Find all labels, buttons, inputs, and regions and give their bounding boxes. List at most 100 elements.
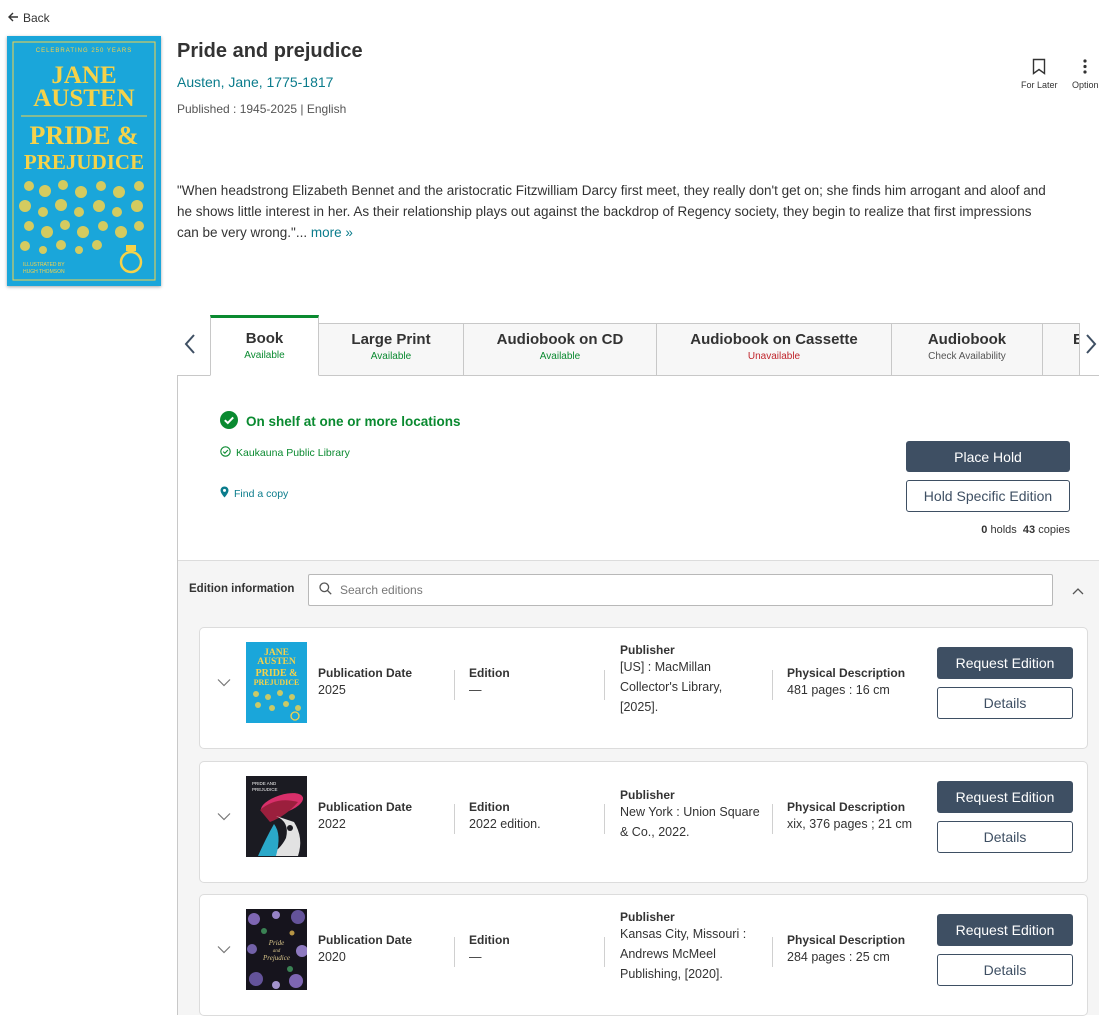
- details-button[interactable]: Details: [937, 954, 1073, 986]
- divider: [772, 804, 773, 834]
- for-later-label: For Later: [1021, 80, 1058, 90]
- physical-value: xix, 376 pages ; 21 cm: [787, 817, 913, 831]
- options-label: Option: [1072, 80, 1099, 90]
- expand-edition-button[interactable]: [217, 809, 231, 824]
- cover-illustrator: HUGH THOMSON: [23, 269, 65, 275]
- tab-ebook[interactable]: E: [1042, 323, 1080, 376]
- cover-line4: PREJUDICE: [24, 150, 144, 174]
- tab-book[interactable]: Book Available: [210, 315, 319, 376]
- publisher-line: [US] : MacMillan: [620, 660, 711, 674]
- tabs-prev-arrow[interactable]: [184, 332, 196, 359]
- divider: [604, 670, 605, 700]
- divider: [604, 804, 605, 834]
- place-hold-button[interactable]: Place Hold: [906, 441, 1070, 472]
- pub-date-value: 2022: [318, 817, 346, 831]
- svg-text:Pride: Pride: [268, 939, 285, 947]
- publisher-label: Publisher: [620, 910, 675, 924]
- physical-value: 284 pages : 25 cm: [787, 950, 890, 964]
- tab-status: Available: [244, 350, 285, 361]
- chevron-left-icon: [184, 334, 196, 359]
- availability-status: On shelf at one or more locations: [220, 411, 461, 432]
- tab-status: Available: [370, 351, 412, 362]
- cover-illustrated: ILLUSTRATED BY: [23, 262, 65, 268]
- divider: [454, 937, 455, 967]
- physical-value: 481 pages : 16 cm: [787, 683, 890, 697]
- tab-status: Unavailable: [747, 351, 801, 362]
- svg-text:Prejudice: Prejudice: [262, 954, 290, 962]
- holds-copies-count: 0 holds 43 copies: [906, 524, 1070, 536]
- book-cover: CELEBRATING 250 YEARS JANE AUSTEN PRIDE …: [7, 36, 161, 286]
- edition-search-box[interactable]: [308, 574, 1053, 606]
- request-edition-button[interactable]: Request Edition: [937, 914, 1073, 946]
- expand-edition-button[interactable]: [217, 942, 231, 957]
- details-button[interactable]: Details: [937, 821, 1073, 853]
- edition-search-input[interactable]: [338, 582, 1018, 598]
- divider: [604, 937, 605, 967]
- summary-text: "When headstrong Elizabeth Bennet and th…: [177, 183, 1046, 240]
- physical-label: Physical Description: [787, 800, 906, 814]
- expand-edition-button[interactable]: [217, 675, 231, 690]
- options-button[interactable]: Option: [1072, 58, 1099, 90]
- summary: "When headstrong Elizabeth Bennet and th…: [177, 180, 1047, 243]
- tab-audiobook-cd[interactable]: Audiobook on CD Available: [463, 323, 657, 376]
- tab-name: Audiobook: [927, 331, 1007, 348]
- pub-date-label: Publication Date: [318, 933, 413, 947]
- chevron-right-icon: [1085, 334, 1097, 359]
- divider: [772, 670, 773, 700]
- author-link[interactable]: Austen, Jane, 1775-1817: [177, 74, 333, 90]
- published-info: Published : 1945-2025 | English: [177, 102, 347, 116]
- edition-cover: PRIDE AND PREJUDICE: [246, 776, 307, 857]
- tab-name: Audiobook on Cassette: [690, 331, 858, 348]
- tab-audiobook-cassette[interactable]: Audiobook on Cassette Unavailable: [656, 323, 892, 376]
- pub-date-value: 2020: [318, 950, 346, 964]
- holds-count: 0: [981, 524, 988, 536]
- bookmark-icon: [1021, 58, 1058, 75]
- svg-text:PREJUDICE: PREJUDICE: [252, 787, 278, 792]
- tab-audiobook[interactable]: Audiobook Check Availability: [891, 323, 1043, 376]
- edition-cover: Pride and Prejudice: [246, 909, 307, 990]
- physical-label: Physical Description: [787, 933, 906, 947]
- library-name: Kaukauna Public Library: [236, 447, 350, 459]
- find-copy-link[interactable]: Find a copy: [220, 486, 288, 501]
- tab-name: Large Print: [351, 331, 431, 348]
- availability-headline: On shelf at one or more locations: [246, 414, 461, 429]
- edition-value: 2022 edition.: [469, 817, 541, 831]
- tab-name: Book: [245, 330, 284, 347]
- details-button[interactable]: Details: [937, 687, 1073, 719]
- check-circle-icon: [220, 411, 238, 432]
- svg-text:PREJUDICE: PREJUDICE: [254, 678, 300, 687]
- edition-card: Pride and Prejudice Publication Date 202…: [199, 894, 1088, 1016]
- edition-card: PRIDE AND PREJUDICE Publication Date 202…: [199, 761, 1088, 883]
- divider: [454, 804, 455, 834]
- publisher-line: Andrews McMeel: [620, 947, 716, 961]
- tabs-next-arrow[interactable]: [1085, 332, 1097, 359]
- back-link[interactable]: Back: [8, 11, 50, 25]
- map-pin-icon: [220, 486, 229, 501]
- divider: [772, 937, 773, 967]
- request-edition-button[interactable]: Request Edition: [937, 781, 1073, 813]
- search-icon: [319, 582, 332, 598]
- for-later-button[interactable]: For Later: [1021, 58, 1058, 90]
- collapse-editions-button[interactable]: [1072, 583, 1084, 598]
- arrow-left-icon: [8, 11, 19, 25]
- edition-label: Edition: [469, 933, 510, 947]
- cover-line2: AUSTEN: [33, 85, 134, 112]
- pub-date-label: Publication Date: [318, 666, 413, 680]
- back-label: Back: [23, 11, 50, 25]
- request-edition-button[interactable]: Request Edition: [937, 647, 1073, 679]
- publisher-value: Kansas City, Missouri : Andrews McMeel P…: [620, 924, 746, 984]
- edition-label: Edition: [469, 800, 510, 814]
- hold-specific-edition-button[interactable]: Hold Specific Edition: [906, 480, 1070, 512]
- copies-count: 43: [1022, 524, 1036, 536]
- divider: [454, 670, 455, 700]
- publisher-label: Publisher: [620, 788, 675, 802]
- publisher-line: Kansas City, Missouri :: [620, 927, 747, 941]
- tab-large-print[interactable]: Large Print Available: [318, 323, 464, 376]
- edition-info-label: Edition information: [189, 583, 295, 595]
- more-link[interactable]: more »: [311, 225, 353, 240]
- holds-label: holds: [990, 524, 1017, 536]
- publisher-line: Collector's Library,: [620, 680, 723, 694]
- tab-name: E: [1073, 331, 1079, 348]
- physical-label: Physical Description: [787, 666, 906, 680]
- library-location: Kaukauna Public Library: [220, 446, 350, 460]
